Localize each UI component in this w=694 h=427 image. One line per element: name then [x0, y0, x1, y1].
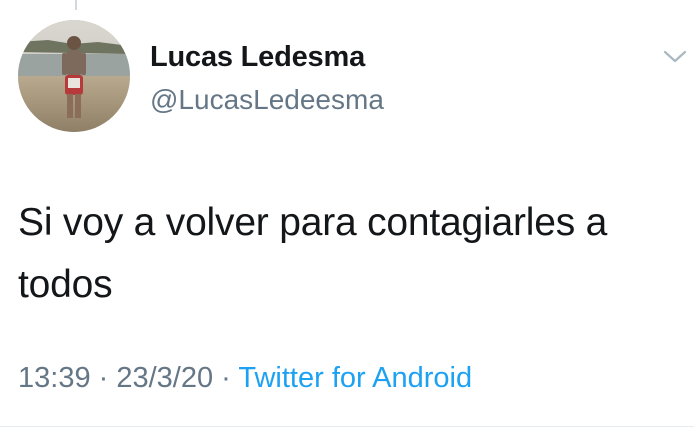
meta-separator: ·: [90, 362, 117, 394]
tweet-time[interactable]: 13:39: [18, 362, 91, 394]
avatar-photo: [18, 20, 130, 132]
tweet-source-link[interactable]: Twitter for Android: [238, 362, 472, 394]
meta-separator: ·: [213, 362, 239, 394]
author-handle[interactable]: @LucasLedeesma: [150, 84, 384, 116]
tweet-date[interactable]: 23/3/20: [116, 362, 213, 394]
tweet-meta: 13:39 · 23/3/20 · Twitter for Android: [18, 362, 472, 395]
avatar[interactable]: [18, 20, 130, 132]
thread-connector-line: [75, 0, 77, 10]
author-display-name[interactable]: Lucas Ledesma: [150, 41, 365, 74]
chevron-down-icon[interactable]: [662, 46, 688, 66]
tweet-text: Si voy a volver para contagiarles a todo…: [18, 201, 608, 306]
